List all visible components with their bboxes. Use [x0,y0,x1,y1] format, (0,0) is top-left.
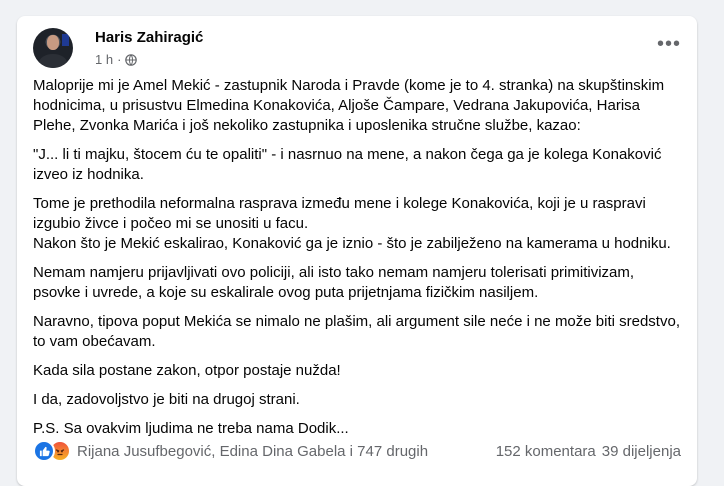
post-paragraph: I da, zadovoljstvo je biti na drugoj str… [33,391,300,408]
shares-count[interactable]: 39 dijeljenja [602,443,681,460]
post-body: Maloprije mi je Amel Mekić - zastupnik N… [33,76,685,448]
avatar-face [47,35,59,50]
globe-icon[interactable] [125,53,138,66]
post-card: Haris Zahiragić 1 h · ••• Maloprije mi j… [17,16,697,486]
post-paragraph: "J... li ti majku, štocem ću te opaliti"… [33,146,662,183]
author-avatar[interactable] [33,28,73,68]
post-paragraph: Nemam namjeru prijavljivati ovo policiji… [33,264,635,301]
reaction-names[interactable]: Rijana Jusufbegović, Edina Dina Gabela i… [77,443,428,460]
like-icon [33,440,55,462]
post-paragraph: Nakon što je Mekić eskalirao, Konaković … [33,235,671,252]
post-paragraph: Maloprije mi je Amel Mekić - zastupnik N… [33,77,665,134]
engagement-counts: 152 komentara 39 dijeljenja [496,443,681,460]
post-paragraph: Naravno, tipova poput Mekića se nimalo n… [33,313,680,350]
more-options-button[interactable]: ••• [657,34,681,54]
post-footer: Rijana Jusufbegović, Edina Dina Gabela i… [33,440,681,462]
avatar-shoulders [39,54,67,68]
post-paragraph: Kada sila postane zakon, otpor postaje n… [33,362,341,379]
avatar-flag [62,34,69,46]
reactions-summary[interactable]: Rijana Jusufbegović, Edina Dina Gabela i… [33,440,428,462]
comments-count[interactable]: 152 komentara [496,443,596,460]
post-time[interactable]: 1 h [95,52,113,67]
post-paragraph: P.S. Sa ovakvim ljudima ne treba nama Do… [33,420,349,437]
author-name[interactable]: Haris Zahiragić [95,29,203,46]
post-meta: 1 h · [95,52,138,67]
post-paragraph: Tome je prethodila neformalna rasprava i… [33,195,646,232]
